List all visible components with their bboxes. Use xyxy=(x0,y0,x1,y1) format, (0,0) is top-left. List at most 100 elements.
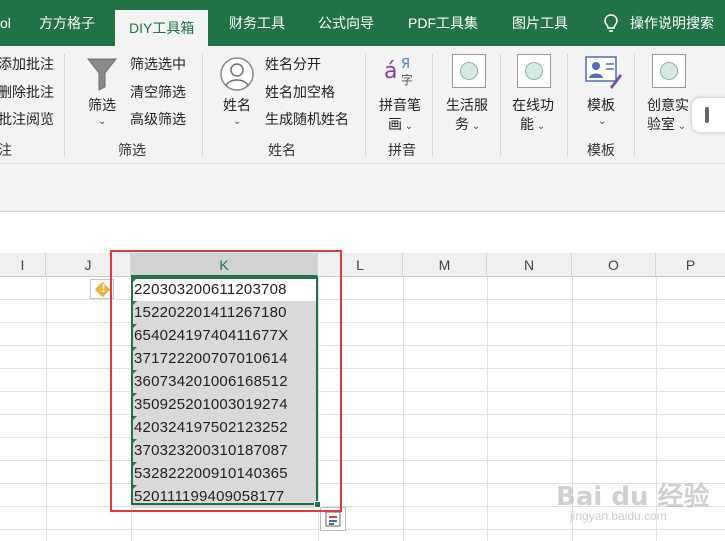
chevron-down-icon: ⌄ xyxy=(402,121,414,132)
cell-k8[interactable]: 370323200310187087 xyxy=(131,439,318,462)
browse-comments-button[interactable]: 批注阅览 xyxy=(0,109,54,129)
ribbon-panel: 添加批注 删除批注 批注阅览 注 筛选 ⌄ 筛选选中 清空筛选 高级筛选 筛选 … xyxy=(0,46,725,164)
delete-comment-button[interactable]: 删除批注 xyxy=(0,82,54,102)
grid-row xyxy=(0,438,725,461)
tell-me-search[interactable]: 操作说明搜索 xyxy=(604,0,714,46)
template-icon xyxy=(585,56,622,89)
pinyin-group-title: 拼音 xyxy=(388,142,416,158)
life-services-button[interactable]: 生活服 xyxy=(446,95,488,115)
chevron-down-icon: ⌄ xyxy=(98,116,107,127)
advanced-filter-button[interactable]: 高级筛选 xyxy=(130,109,186,129)
ribbon-scroll-handle[interactable] xyxy=(692,98,725,132)
chevron-down-icon: ⌄ xyxy=(469,121,481,132)
error-check-button[interactable]: ! xyxy=(90,279,114,299)
svg-text:á: á xyxy=(384,59,397,84)
template-group-title: 模板 xyxy=(587,142,615,158)
filter-button[interactable]: 筛选 xyxy=(88,95,116,115)
cell-k4[interactable]: 371722200707010614 xyxy=(131,347,318,370)
column-header-l[interactable]: L xyxy=(318,253,403,277)
baidu-watermark-url: jingyan.baidu.com xyxy=(570,509,667,523)
cell-k6[interactable]: 350925201003019274 xyxy=(131,393,318,416)
cell-value: 152202201411267180 xyxy=(134,304,287,321)
online-features-label-2-text: 能 xyxy=(520,116,534,132)
column-header-j[interactable]: J xyxy=(46,253,131,277)
text-number-indicator-icon xyxy=(131,439,137,445)
column-header-i[interactable]: I xyxy=(0,253,46,277)
tab-formula-wizard[interactable]: 公式向导 xyxy=(318,0,374,46)
grid-row xyxy=(0,392,725,415)
column-header-k[interactable]: K xyxy=(131,253,318,277)
column-header-m[interactable]: M xyxy=(403,253,487,277)
cell-value: 370323200310187087 xyxy=(134,442,288,459)
filter-selected-button[interactable]: 筛选选中 xyxy=(130,54,186,74)
quick-analysis-icon xyxy=(325,511,341,527)
add-comment-button[interactable]: 添加批注 xyxy=(0,54,54,74)
clear-filter-button[interactable]: 清空筛选 xyxy=(130,82,186,102)
column-header-o[interactable]: O xyxy=(572,253,656,277)
tab-image-tools[interactable]: 图片工具 xyxy=(512,0,568,46)
cell-value: 65402419740411677X xyxy=(134,327,289,344)
person-avatar-icon xyxy=(220,57,254,91)
grid-column-line xyxy=(46,277,47,541)
grip-icon xyxy=(705,107,709,123)
pinyin-stroke-label-2-text: 画 xyxy=(388,116,402,132)
life-services-label-2: 务 ⌄ xyxy=(455,114,480,134)
creative-lab-icon xyxy=(652,54,686,88)
creative-lab-button[interactable]: 创意实 xyxy=(647,95,689,115)
grid-column-line xyxy=(487,277,488,541)
tab-diy-toolbox[interactable]: DIY工具箱 xyxy=(115,10,209,46)
cell-value: 350925201003019274 xyxy=(134,396,288,413)
baidu-watermark: Bai du 经验 xyxy=(556,482,710,512)
text-number-indicator-icon xyxy=(131,301,137,307)
column-header-n[interactable]: N xyxy=(487,253,572,277)
chevron-down-icon: ⌄ xyxy=(534,121,546,132)
pinyin-stroke-button[interactable]: 拼音笔 xyxy=(379,95,421,115)
lightbulb-icon xyxy=(604,14,618,33)
cell-k10[interactable]: 520111199409058177 xyxy=(131,485,318,508)
tab-tool[interactable]: ol xyxy=(0,0,11,46)
group-separator xyxy=(500,54,501,156)
text-number-indicator-icon xyxy=(131,370,137,376)
random-name-button[interactable]: 生成随机姓名 xyxy=(265,109,349,129)
cell-k3[interactable]: 65402419740411677X xyxy=(131,324,318,347)
cell-value: 420324197502123252 xyxy=(134,419,288,436)
text-number-indicator-icon xyxy=(131,485,137,491)
tab-pdf-tools[interactable]: PDF工具集 xyxy=(408,0,478,46)
grid-row xyxy=(0,415,725,438)
group-separator xyxy=(202,54,203,156)
cell-value: 532822200910140365 xyxy=(134,465,288,482)
quick-analysis-button[interactable] xyxy=(320,507,346,531)
chevron-down-icon: ⌄ xyxy=(233,116,242,127)
split-name-button[interactable]: 姓名分开 xyxy=(265,54,321,74)
filter-group-title: 筛选 xyxy=(118,142,146,158)
group-separator xyxy=(64,54,65,156)
tab-finance-tools[interactable]: 财务工具 xyxy=(229,0,285,46)
cell-value: 220303200611203708 xyxy=(134,281,287,298)
cell-k2[interactable]: 152202201411267180 xyxy=(131,301,318,324)
cell-value: 360734201006168512 xyxy=(134,373,288,390)
grid-row xyxy=(0,323,725,346)
chevron-down-icon: ⌄ xyxy=(598,116,607,127)
online-features-button[interactable]: 在线功 xyxy=(512,95,554,115)
life-services-label-2-text: 务 xyxy=(455,116,469,132)
name-add-space-button[interactable]: 姓名加空格 xyxy=(265,82,335,102)
svg-text:Я: Я xyxy=(401,57,410,72)
exclamation-icon: ! xyxy=(101,282,107,295)
tab-fangfang-gezi[interactable]: 方方格子 xyxy=(39,0,95,46)
cell-k7[interactable]: 420324197502123252 xyxy=(131,416,318,439)
creative-lab-label-2-text: 验室 xyxy=(647,116,675,132)
cell-k1[interactable]: 220303200611203708 xyxy=(131,278,318,301)
cell-value: 371722200707010614 xyxy=(134,350,288,367)
name-button[interactable]: 姓名 xyxy=(223,95,251,115)
name-group-title: 姓名 xyxy=(268,142,296,158)
text-number-indicator-icon xyxy=(131,393,137,399)
template-button[interactable]: 模板 xyxy=(587,95,615,115)
cell-k5[interactable]: 360734201006168512 xyxy=(131,370,318,393)
column-header-p[interactable]: P xyxy=(656,253,725,277)
grid-row xyxy=(0,300,725,323)
tell-me-label: 操作说明搜索 xyxy=(630,15,714,31)
cell-k9[interactable]: 532822200910140365 xyxy=(131,462,318,485)
comments-group-title: 注 xyxy=(0,142,12,158)
grid-column-line xyxy=(403,277,404,541)
formula-bar-area xyxy=(0,164,725,212)
